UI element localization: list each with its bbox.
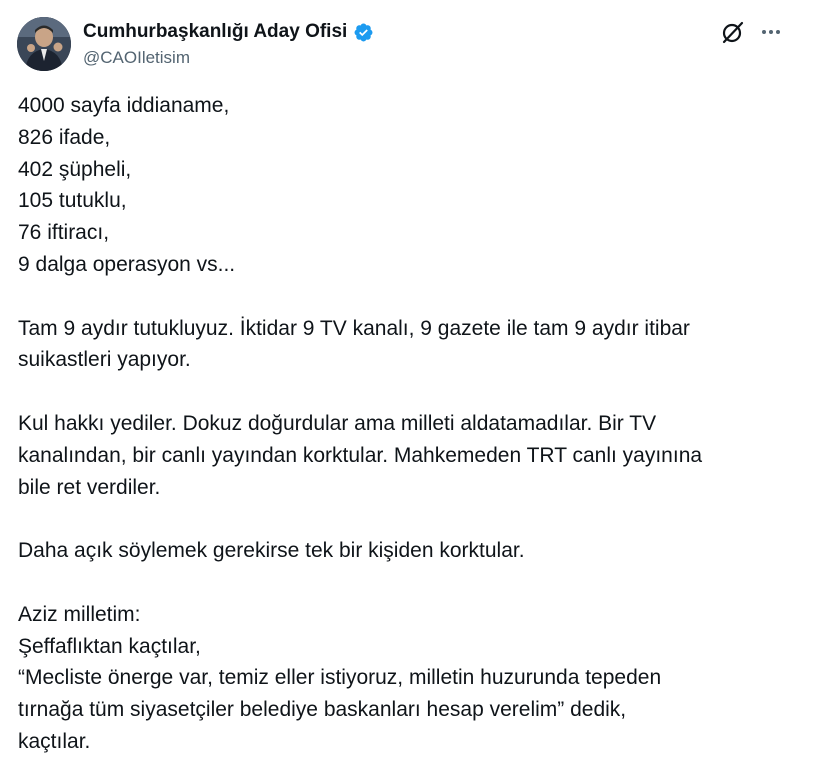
tweet-line: Tam 9 aydır tutukluyuz. İktidar 9 TV kan… — [18, 316, 690, 340]
tweet-line: 4000 sayfa iddianame, — [18, 94, 230, 117]
tweet-line: 402 şüpheli, — [18, 157, 132, 181]
tweet-text: 4000 sayfa iddianame, 826 ifade, 402 şüp… — [18, 90, 798, 758]
tweet-line: “Mecliste önerge var, temiz eller istiyo… — [18, 666, 662, 690]
tweet-line: 826 ifade, — [18, 125, 111, 149]
tweet-line: suikastleri yapıyor. — [18, 348, 191, 372]
verified-badge-icon — [353, 22, 374, 43]
tweet-line: Aziz milletim: — [18, 602, 141, 626]
tweet-line: 76 iftiracı, — [18, 221, 110, 245]
avatar[interactable] — [17, 17, 71, 71]
tweet-line: Daha açık söylemek gerekirse tek bir kiş… — [18, 539, 525, 563]
name-row: Cumhurbaşkanlığı Aday Ofisi — [83, 21, 374, 43]
tweet-header: Cumhurbaşkanlığı Aday Ofisi @CAOIletisim — [17, 17, 803, 73]
grok-icon[interactable] — [720, 19, 746, 45]
tweet-line: bile ret verdiler. — [18, 475, 161, 499]
more-options-icon[interactable] — [758, 19, 784, 45]
tweet-line: Kul hakkı yediler. Dokuz doğurdular ama … — [18, 411, 657, 435]
tweet-line: Şeffaflıktan kaçtılar, — [18, 634, 201, 658]
author-handle[interactable]: @CAOIletisim — [83, 48, 190, 68]
tweet-line: kanalından, bir canlı yayından korktular… — [18, 443, 703, 467]
tweet-line: kaçtılar. — [18, 729, 91, 753]
tweet-line: tırnağa tüm siyasetçiler belediye baskan… — [18, 698, 627, 722]
display-name[interactable]: Cumhurbaşkanlığı Aday Ofisi — [83, 21, 347, 43]
tweet-line: 9 dalga operasyon vs... — [18, 252, 236, 276]
tweet-line: 105 tutuklu, — [18, 189, 127, 213]
